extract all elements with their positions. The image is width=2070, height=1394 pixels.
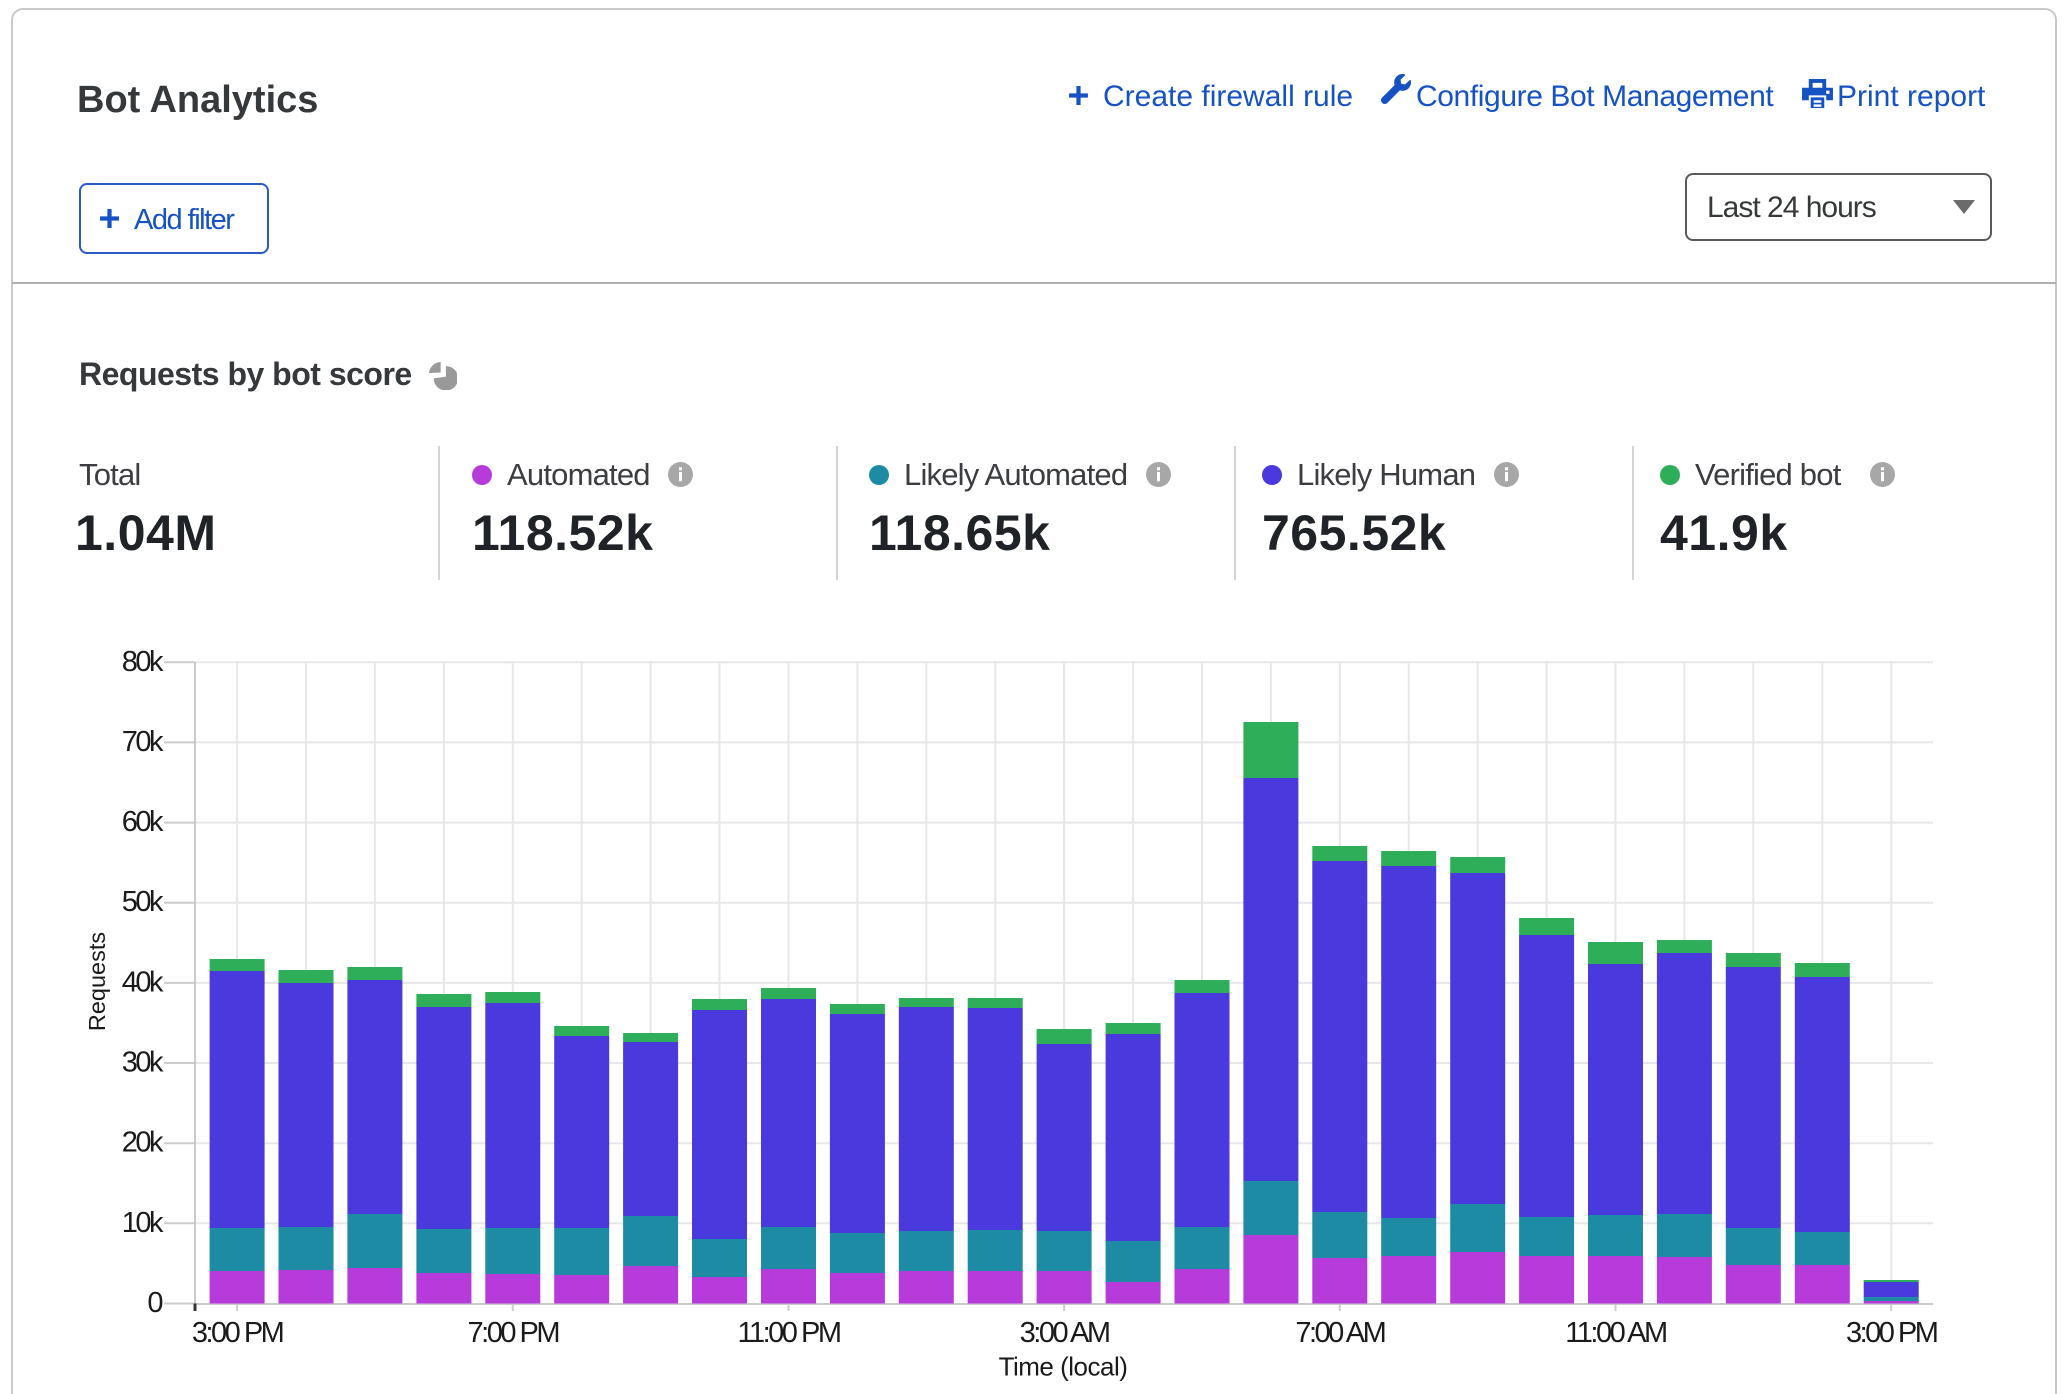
svg-text:11:00 PM: 11:00 PM: [738, 1317, 840, 1349]
svg-text:80k: 80k: [122, 646, 164, 678]
svg-text:50k: 50k: [122, 886, 164, 918]
svg-text:3:00 PM: 3:00 PM: [192, 1317, 283, 1349]
svg-text:10k: 10k: [122, 1207, 164, 1239]
svg-text:7:00 PM: 7:00 PM: [468, 1317, 559, 1349]
svg-text:3:00 PM: 3:00 PM: [1846, 1317, 1937, 1349]
svg-text:11:00 AM: 11:00 AM: [1565, 1317, 1666, 1349]
svg-text:40k: 40k: [122, 966, 164, 998]
svg-text:30k: 30k: [122, 1047, 164, 1079]
svg-text:Time (local): Time (local): [999, 1352, 1128, 1382]
svg-text:Requests: Requests: [84, 932, 110, 1031]
svg-text:60k: 60k: [122, 806, 164, 838]
svg-text:3:00 AM: 3:00 AM: [1020, 1317, 1109, 1349]
svg-text:0: 0: [147, 1287, 162, 1319]
svg-text:70k: 70k: [122, 726, 164, 758]
svg-text:20k: 20k: [122, 1127, 164, 1159]
svg-text:7:00 AM: 7:00 AM: [1295, 1317, 1384, 1349]
